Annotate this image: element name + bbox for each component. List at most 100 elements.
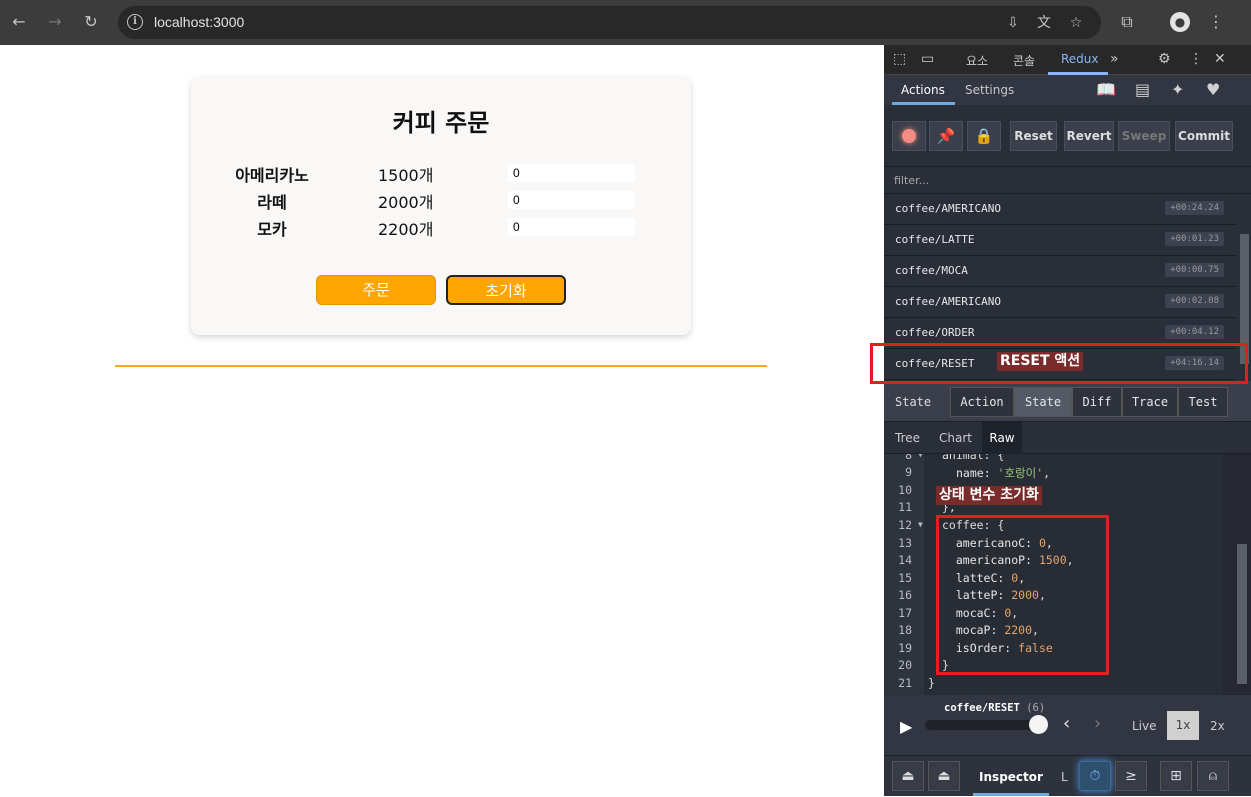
order-card: 커피 주문 아메리카노 1500개 라떼 2000개 모카 2200개 주문 초…: [191, 77, 691, 335]
tab-settings[interactable]: Settings: [965, 83, 1014, 97]
timer-icon[interactable]: ⏱: [1079, 761, 1111, 791]
raw-state-editor[interactable]: 8 ▼ animal: { 9 name: '호랑이', 10 11 }, 12…: [884, 454, 1223, 695]
fold-arrow-icon[interactable]: ▼: [918, 520, 923, 529]
lock-button[interactable]: 🔒: [967, 121, 1001, 151]
slider-knob[interactable]: [1029, 715, 1048, 734]
tab-raw[interactable]: Raw: [982, 422, 1022, 454]
pin-button[interactable]: 📌: [929, 121, 963, 151]
action-time: +00:24.24: [1165, 201, 1224, 215]
fold-arrow-icon[interactable]: ▼: [918, 454, 923, 459]
tab-action[interactable]: Action: [950, 387, 1014, 417]
divider-line: [115, 365, 767, 367]
profile-avatar-icon[interactable]: ●: [1170, 12, 1190, 32]
tab-tree[interactable]: Tree: [895, 431, 920, 445]
reset-tool-button[interactable]: Reset: [1010, 121, 1057, 151]
live-button[interactable]: Live: [1132, 719, 1157, 733]
action-item[interactable]: coffee/AMERICANO +00:24.24: [884, 194, 1236, 225]
previous-icon[interactable]: ‹: [1063, 713, 1070, 734]
settings-gear-icon[interactable]: ⚙: [1158, 51, 1171, 67]
state-view-tabs: Tree Chart Raw: [884, 422, 1251, 454]
line-number: 16: [898, 588, 912, 602]
devtools-panel: ⬚ ▭ 요소 콘솔 Redux » ⚙ ⋮ ✕ Actions Settings…: [884, 45, 1251, 796]
forward-icon[interactable]: →: [45, 12, 65, 32]
close-icon[interactable]: ✕: [1214, 51, 1226, 67]
remote-icon[interactable]: ⍝: [1197, 761, 1229, 791]
item-row-mocha: 모카 2200개: [191, 216, 691, 239]
quantity-input[interactable]: [508, 218, 635, 236]
line-number: 9: [905, 465, 912, 479]
action-item[interactable]: coffee/LATTE +00:01.23: [884, 225, 1236, 256]
docs-book-icon[interactable]: 📖: [1096, 80, 1116, 99]
device-toggle-icon[interactable]: ▭: [921, 51, 934, 67]
item-name: 아메리카노: [235, 166, 309, 185]
more-tabs-icon[interactable]: »: [1110, 51, 1119, 67]
next-icon[interactable]: ›: [1094, 713, 1101, 734]
line-number: 14: [898, 553, 912, 567]
state-bar: State Action State Diff Trace Test: [884, 381, 1251, 422]
line-number: 19: [898, 641, 912, 655]
item-row-latte: 라떼 2000개: [191, 189, 691, 212]
line-number: 12: [898, 518, 912, 532]
action-item[interactable]: coffee/MOCA +00:00.75: [884, 256, 1236, 287]
play-icon[interactable]: ▶: [900, 717, 912, 736]
item-price: 2000개: [378, 193, 434, 212]
address-bar[interactable]: i localhost:3000 ⇩ 文 ☆: [118, 6, 1101, 39]
feedback-chat-icon[interactable]: ▤: [1135, 80, 1150, 99]
commit-button[interactable]: Commit: [1175, 121, 1233, 151]
action-type: coffee/AMERICANO: [895, 295, 1001, 308]
tab-console[interactable]: 콘솔: [1013, 52, 1035, 69]
order-button[interactable]: 주문: [316, 275, 436, 305]
speed-2x-button[interactable]: 2x: [1210, 719, 1225, 733]
tab-actions[interactable]: Actions: [901, 83, 945, 97]
grid-icon[interactable]: ⊞: [1160, 761, 1192, 791]
heart-icon[interactable]: ♥: [1206, 80, 1220, 99]
tab-trace[interactable]: Trace: [1122, 387, 1178, 417]
action-time: +00:00.75: [1165, 263, 1224, 277]
reload-icon[interactable]: ↻: [81, 12, 101, 32]
quantity-input[interactable]: [508, 191, 635, 209]
back-icon[interactable]: ←: [9, 12, 29, 32]
tab-diff[interactable]: Diff: [1072, 387, 1122, 417]
install-app-icon[interactable]: ⇩: [1004, 14, 1022, 32]
tab-chart[interactable]: Chart: [939, 431, 972, 445]
translate-icon[interactable]: 文: [1035, 14, 1053, 32]
line-number: 21: [898, 676, 912, 690]
action-item[interactable]: coffee/ORDER +00:04.12: [884, 318, 1236, 349]
more-menu-icon[interactable]: ⋮: [1206, 12, 1226, 32]
slider-action-label: coffee/RESET (6): [944, 702, 1046, 714]
action-item[interactable]: coffee/AMERICANO +00:02.08: [884, 287, 1236, 318]
dock-right-icon[interactable]: ⏏: [928, 761, 960, 791]
tab-inspector[interactable]: Inspector: [973, 756, 1049, 797]
line-number: 15: [898, 571, 912, 585]
code-line: name: '호랑이',: [956, 466, 1051, 480]
tab-elements[interactable]: 요소: [966, 52, 988, 69]
record-button[interactable]: [892, 121, 926, 151]
action-time: +00:04.12: [1165, 325, 1224, 339]
bookmark-star-icon[interactable]: ☆: [1067, 14, 1085, 32]
inspect-element-icon[interactable]: ⬚: [893, 51, 906, 67]
tab-state[interactable]: State: [1014, 387, 1072, 417]
reset-button[interactable]: 초기화: [446, 275, 566, 305]
twitter-icon[interactable]: ✦: [1171, 80, 1184, 99]
tab-log-monitor[interactable]: L: [1061, 770, 1068, 784]
dock-left-icon[interactable]: ⏏: [892, 761, 924, 791]
lock-icon: 🔒: [974, 127, 994, 145]
tab-test[interactable]: Test: [1178, 387, 1228, 417]
scrollbar-thumb[interactable]: [1237, 544, 1247, 684]
quantity-input[interactable]: [508, 164, 635, 182]
code-line: americanoC: 0,: [942, 536, 1053, 550]
sweep-button[interactable]: Sweep: [1118, 121, 1170, 151]
item-row-americano: 아메리카노 1500개: [191, 162, 691, 185]
extensions-icon[interactable]: ⧉: [1117, 12, 1137, 32]
more-options-icon[interactable]: ⋮: [1189, 51, 1203, 67]
tab-redux[interactable]: Redux: [1061, 52, 1099, 66]
terminal-icon[interactable]: ≥: [1115, 761, 1147, 791]
filter-input[interactable]: filter...: [884, 167, 1251, 194]
url-text[interactable]: localhost:3000: [154, 14, 244, 30]
revert-button[interactable]: Revert: [1064, 121, 1114, 151]
speed-1x-button[interactable]: 1x: [1167, 711, 1199, 740]
scrollbar-thumb[interactable]: [1240, 234, 1249, 364]
action-list-scrollbar[interactable]: [1238, 194, 1251, 380]
info-icon[interactable]: i: [127, 14, 143, 30]
editor-scrollbar[interactable]: [1223, 454, 1251, 695]
